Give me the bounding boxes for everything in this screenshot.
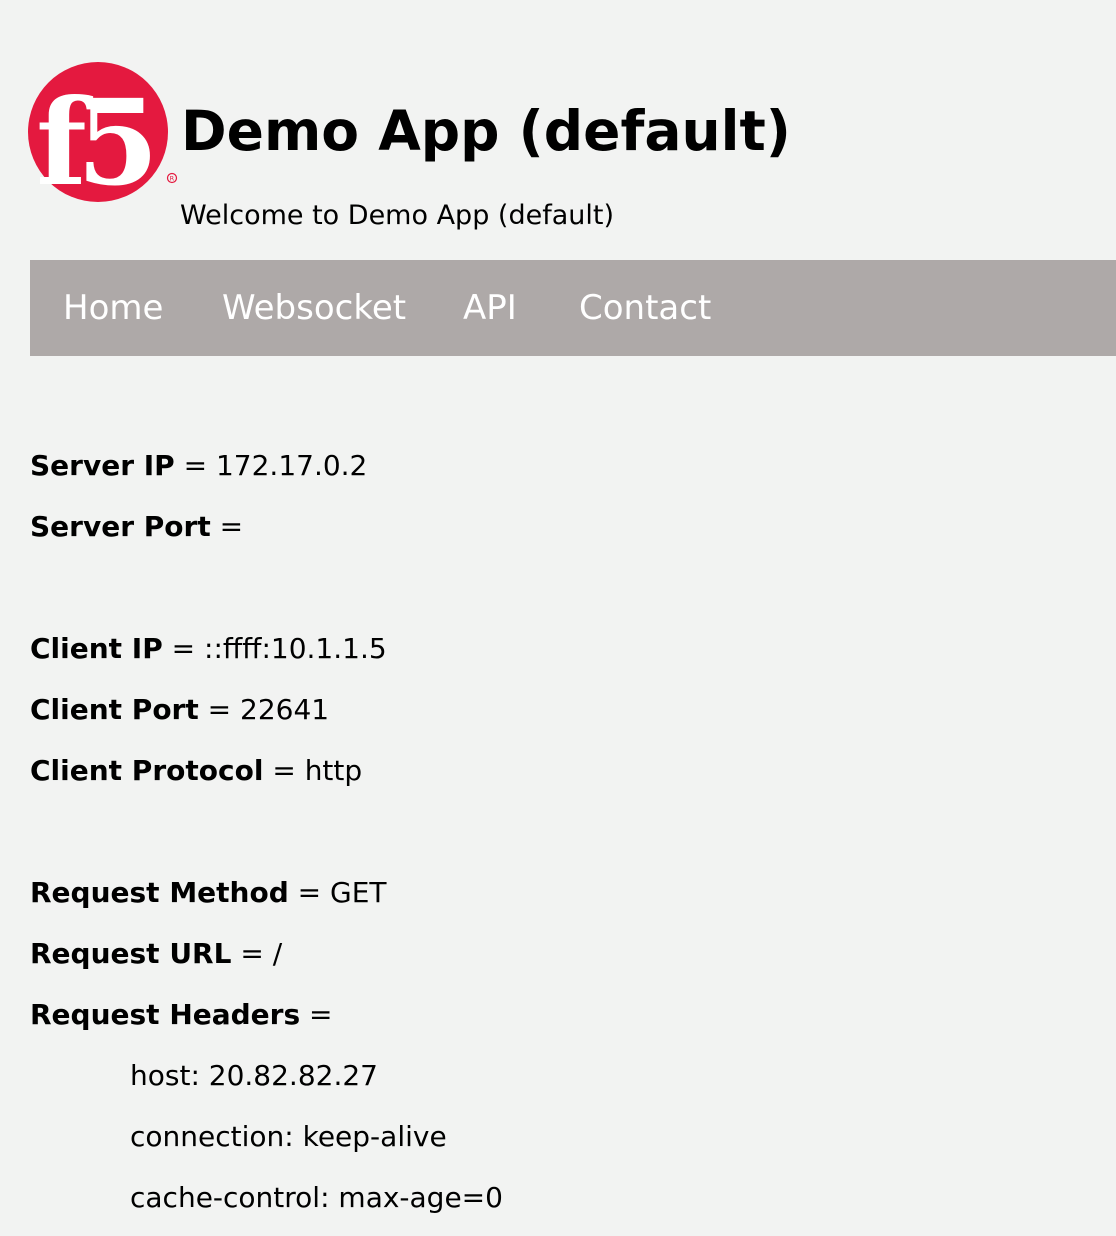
nav-bar: Home Websocket API Contact bbox=[30, 260, 1116, 356]
request-header-cache-control: cache-control: max-age=0 bbox=[130, 1181, 503, 1214]
request-url-label: Request URL bbox=[30, 937, 232, 970]
f5-logo: f5 R bbox=[28, 62, 178, 208]
client-port-value: 22641 bbox=[240, 693, 330, 726]
server-ip-value: 172.17.0.2 bbox=[215, 449, 368, 482]
page-subtitle: Welcome to Demo App (default) bbox=[180, 200, 614, 231]
request-method-value: GET bbox=[330, 876, 387, 909]
client-protocol-value: http bbox=[304, 754, 363, 787]
request-method-label: Request Method bbox=[30, 876, 289, 909]
nav-home-link[interactable]: Home bbox=[63, 260, 163, 356]
request-header-host: host: 20.82.82.27 bbox=[130, 1059, 378, 1092]
request-method-row: Request Method = GET bbox=[30, 876, 387, 909]
svg-text:R: R bbox=[170, 175, 175, 183]
nav-api-link[interactable]: API bbox=[463, 260, 517, 356]
request-header-connection: connection: keep-alive bbox=[130, 1120, 447, 1153]
server-ip-row: Server IP = 172.17.0.2 bbox=[30, 449, 368, 482]
request-url-row: Request URL = / bbox=[30, 937, 283, 970]
page: f5 R Demo App (default) Welcome to Demo … bbox=[0, 0, 1116, 1236]
client-ip-value: ::ffff:10.1.1.5 bbox=[204, 632, 387, 665]
client-port-label: Client Port bbox=[30, 693, 199, 726]
nav-websocket-link[interactable]: Websocket bbox=[222, 260, 406, 356]
request-url-value: / bbox=[272, 937, 283, 970]
server-port-row: Server Port = bbox=[30, 510, 244, 543]
client-protocol-label: Client Protocol bbox=[30, 754, 264, 787]
client-ip-row: Client IP = ::ffff:10.1.1.5 bbox=[30, 632, 387, 665]
nav-contact-link[interactable]: Contact bbox=[579, 260, 711, 356]
request-headers-row: Request Headers = bbox=[30, 998, 333, 1031]
request-headers-label: Request Headers bbox=[30, 998, 301, 1031]
f5-logo-text: f5 bbox=[36, 73, 151, 208]
server-port-label: Server Port bbox=[30, 510, 211, 543]
client-ip-label: Client IP bbox=[30, 632, 163, 665]
server-ip-label: Server IP bbox=[30, 449, 175, 482]
client-protocol-row: Client Protocol = http bbox=[30, 754, 363, 787]
page-title: Demo App (default) bbox=[181, 99, 791, 163]
client-port-row: Client Port = 22641 bbox=[30, 693, 330, 726]
